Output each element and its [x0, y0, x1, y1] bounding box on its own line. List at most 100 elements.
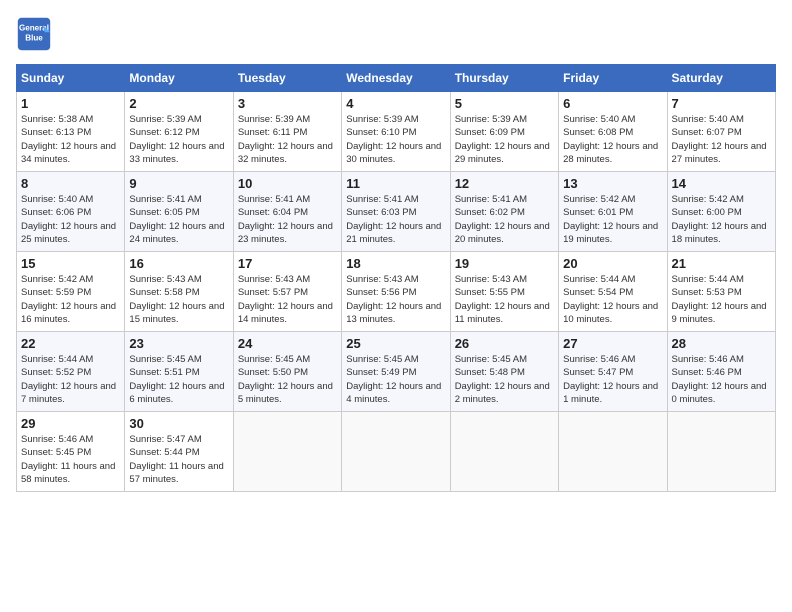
day-number: 27: [563, 336, 662, 351]
day-detail: Sunrise: 5:46 AMSunset: 5:46 PMDaylight:…: [672, 354, 767, 405]
day-detail: Sunrise: 5:39 AMSunset: 6:11 PMDaylight:…: [238, 114, 333, 165]
weekday-header-row: SundayMondayTuesdayWednesdayThursdayFrid…: [17, 65, 776, 92]
calendar-day-cell: 10 Sunrise: 5:41 AMSunset: 6:04 PMDaylig…: [233, 172, 341, 252]
day-number: 17: [238, 256, 337, 271]
day-number: 25: [346, 336, 445, 351]
day-number: 3: [238, 96, 337, 111]
day-detail: Sunrise: 5:46 AMSunset: 5:47 PMDaylight:…: [563, 354, 658, 405]
day-detail: Sunrise: 5:39 AMSunset: 6:12 PMDaylight:…: [129, 114, 224, 165]
calendar-day-cell: 27 Sunrise: 5:46 AMSunset: 5:47 PMDaylig…: [559, 332, 667, 412]
day-number: 9: [129, 176, 228, 191]
calendar-week-row: 8 Sunrise: 5:40 AMSunset: 6:06 PMDayligh…: [17, 172, 776, 252]
day-number: 13: [563, 176, 662, 191]
calendar-day-cell: 5 Sunrise: 5:39 AMSunset: 6:09 PMDayligh…: [450, 92, 558, 172]
day-detail: Sunrise: 5:41 AMSunset: 6:04 PMDaylight:…: [238, 194, 333, 245]
day-number: 16: [129, 256, 228, 271]
weekday-header-cell: Sunday: [17, 65, 125, 92]
calendar-day-cell: 24 Sunrise: 5:45 AMSunset: 5:50 PMDaylig…: [233, 332, 341, 412]
calendar-day-cell: [559, 412, 667, 492]
day-detail: Sunrise: 5:42 AMSunset: 5:59 PMDaylight:…: [21, 274, 116, 325]
calendar-day-cell: 20 Sunrise: 5:44 AMSunset: 5:54 PMDaylig…: [559, 252, 667, 332]
day-number: 24: [238, 336, 337, 351]
day-detail: Sunrise: 5:45 AMSunset: 5:48 PMDaylight:…: [455, 354, 550, 405]
day-detail: Sunrise: 5:45 AMSunset: 5:50 PMDaylight:…: [238, 354, 333, 405]
day-number: 26: [455, 336, 554, 351]
day-detail: Sunrise: 5:40 AMSunset: 6:06 PMDaylight:…: [21, 194, 116, 245]
day-number: 11: [346, 176, 445, 191]
calendar-day-cell: 11 Sunrise: 5:41 AMSunset: 6:03 PMDaylig…: [342, 172, 450, 252]
day-detail: Sunrise: 5:43 AMSunset: 5:57 PMDaylight:…: [238, 274, 333, 325]
calendar-day-cell: 3 Sunrise: 5:39 AMSunset: 6:11 PMDayligh…: [233, 92, 341, 172]
calendar-day-cell: 29 Sunrise: 5:46 AMSunset: 5:45 PMDaylig…: [17, 412, 125, 492]
calendar-week-row: 22 Sunrise: 5:44 AMSunset: 5:52 PMDaylig…: [17, 332, 776, 412]
calendar-day-cell: 14 Sunrise: 5:42 AMSunset: 6:00 PMDaylig…: [667, 172, 775, 252]
day-detail: Sunrise: 5:42 AMSunset: 6:01 PMDaylight:…: [563, 194, 658, 245]
calendar-day-cell: 28 Sunrise: 5:46 AMSunset: 5:46 PMDaylig…: [667, 332, 775, 412]
day-detail: Sunrise: 5:44 AMSunset: 5:53 PMDaylight:…: [672, 274, 767, 325]
calendar-day-cell: 17 Sunrise: 5:43 AMSunset: 5:57 PMDaylig…: [233, 252, 341, 332]
calendar-day-cell: 7 Sunrise: 5:40 AMSunset: 6:07 PMDayligh…: [667, 92, 775, 172]
day-detail: Sunrise: 5:39 AMSunset: 6:09 PMDaylight:…: [455, 114, 550, 165]
day-detail: Sunrise: 5:43 AMSunset: 5:56 PMDaylight:…: [346, 274, 441, 325]
calendar-day-cell: 12 Sunrise: 5:41 AMSunset: 6:02 PMDaylig…: [450, 172, 558, 252]
day-detail: Sunrise: 5:42 AMSunset: 6:00 PMDaylight:…: [672, 194, 767, 245]
day-number: 15: [21, 256, 120, 271]
calendar-day-cell: [667, 412, 775, 492]
day-detail: Sunrise: 5:40 AMSunset: 6:07 PMDaylight:…: [672, 114, 767, 165]
day-detail: Sunrise: 5:39 AMSunset: 6:10 PMDaylight:…: [346, 114, 441, 165]
calendar-day-cell: 21 Sunrise: 5:44 AMSunset: 5:53 PMDaylig…: [667, 252, 775, 332]
svg-text:Blue: Blue: [25, 33, 43, 42]
day-number: 29: [21, 416, 120, 431]
day-detail: Sunrise: 5:44 AMSunset: 5:54 PMDaylight:…: [563, 274, 658, 325]
day-number: 4: [346, 96, 445, 111]
day-number: 18: [346, 256, 445, 271]
day-detail: Sunrise: 5:41 AMSunset: 6:03 PMDaylight:…: [346, 194, 441, 245]
day-detail: Sunrise: 5:40 AMSunset: 6:08 PMDaylight:…: [563, 114, 658, 165]
logo-icon: General Blue: [16, 16, 52, 52]
day-number: 22: [21, 336, 120, 351]
calendar-week-row: 15 Sunrise: 5:42 AMSunset: 5:59 PMDaylig…: [17, 252, 776, 332]
calendar-day-cell: 8 Sunrise: 5:40 AMSunset: 6:06 PMDayligh…: [17, 172, 125, 252]
day-detail: Sunrise: 5:47 AMSunset: 5:44 PMDaylight:…: [129, 434, 223, 485]
calendar-day-cell: 1 Sunrise: 5:38 AMSunset: 6:13 PMDayligh…: [17, 92, 125, 172]
calendar-day-cell: 15 Sunrise: 5:42 AMSunset: 5:59 PMDaylig…: [17, 252, 125, 332]
calendar-day-cell: [342, 412, 450, 492]
calendar-day-cell: 26 Sunrise: 5:45 AMSunset: 5:48 PMDaylig…: [450, 332, 558, 412]
day-detail: Sunrise: 5:45 AMSunset: 5:51 PMDaylight:…: [129, 354, 224, 405]
calendar-day-cell: 9 Sunrise: 5:41 AMSunset: 6:05 PMDayligh…: [125, 172, 233, 252]
calendar-week-row: 1 Sunrise: 5:38 AMSunset: 6:13 PMDayligh…: [17, 92, 776, 172]
calendar-week-row: 29 Sunrise: 5:46 AMSunset: 5:45 PMDaylig…: [17, 412, 776, 492]
day-number: 30: [129, 416, 228, 431]
day-detail: Sunrise: 5:43 AMSunset: 5:58 PMDaylight:…: [129, 274, 224, 325]
calendar-day-cell: 30 Sunrise: 5:47 AMSunset: 5:44 PMDaylig…: [125, 412, 233, 492]
calendar-day-cell: 25 Sunrise: 5:45 AMSunset: 5:49 PMDaylig…: [342, 332, 450, 412]
day-number: 21: [672, 256, 771, 271]
weekday-header-cell: Tuesday: [233, 65, 341, 92]
calendar-day-cell: 4 Sunrise: 5:39 AMSunset: 6:10 PMDayligh…: [342, 92, 450, 172]
day-detail: Sunrise: 5:38 AMSunset: 6:13 PMDaylight:…: [21, 114, 116, 165]
logo: General Blue: [16, 16, 56, 52]
calendar-day-cell: 6 Sunrise: 5:40 AMSunset: 6:08 PMDayligh…: [559, 92, 667, 172]
day-detail: Sunrise: 5:43 AMSunset: 5:55 PMDaylight:…: [455, 274, 550, 325]
calendar-table: SundayMondayTuesdayWednesdayThursdayFrid…: [16, 64, 776, 492]
day-detail: Sunrise: 5:45 AMSunset: 5:49 PMDaylight:…: [346, 354, 441, 405]
day-number: 5: [455, 96, 554, 111]
calendar-day-cell: [233, 412, 341, 492]
calendar-day-cell: 23 Sunrise: 5:45 AMSunset: 5:51 PMDaylig…: [125, 332, 233, 412]
day-number: 19: [455, 256, 554, 271]
calendar-day-cell: 2 Sunrise: 5:39 AMSunset: 6:12 PMDayligh…: [125, 92, 233, 172]
day-detail: Sunrise: 5:41 AMSunset: 6:05 PMDaylight:…: [129, 194, 224, 245]
day-detail: Sunrise: 5:44 AMSunset: 5:52 PMDaylight:…: [21, 354, 116, 405]
day-number: 20: [563, 256, 662, 271]
day-number: 23: [129, 336, 228, 351]
weekday-header-cell: Thursday: [450, 65, 558, 92]
calendar-day-cell: [450, 412, 558, 492]
calendar-day-cell: 22 Sunrise: 5:44 AMSunset: 5:52 PMDaylig…: [17, 332, 125, 412]
calendar-day-cell: 18 Sunrise: 5:43 AMSunset: 5:56 PMDaylig…: [342, 252, 450, 332]
calendar-day-cell: 19 Sunrise: 5:43 AMSunset: 5:55 PMDaylig…: [450, 252, 558, 332]
day-number: 2: [129, 96, 228, 111]
weekday-header-cell: Monday: [125, 65, 233, 92]
day-number: 6: [563, 96, 662, 111]
day-number: 1: [21, 96, 120, 111]
day-number: 10: [238, 176, 337, 191]
